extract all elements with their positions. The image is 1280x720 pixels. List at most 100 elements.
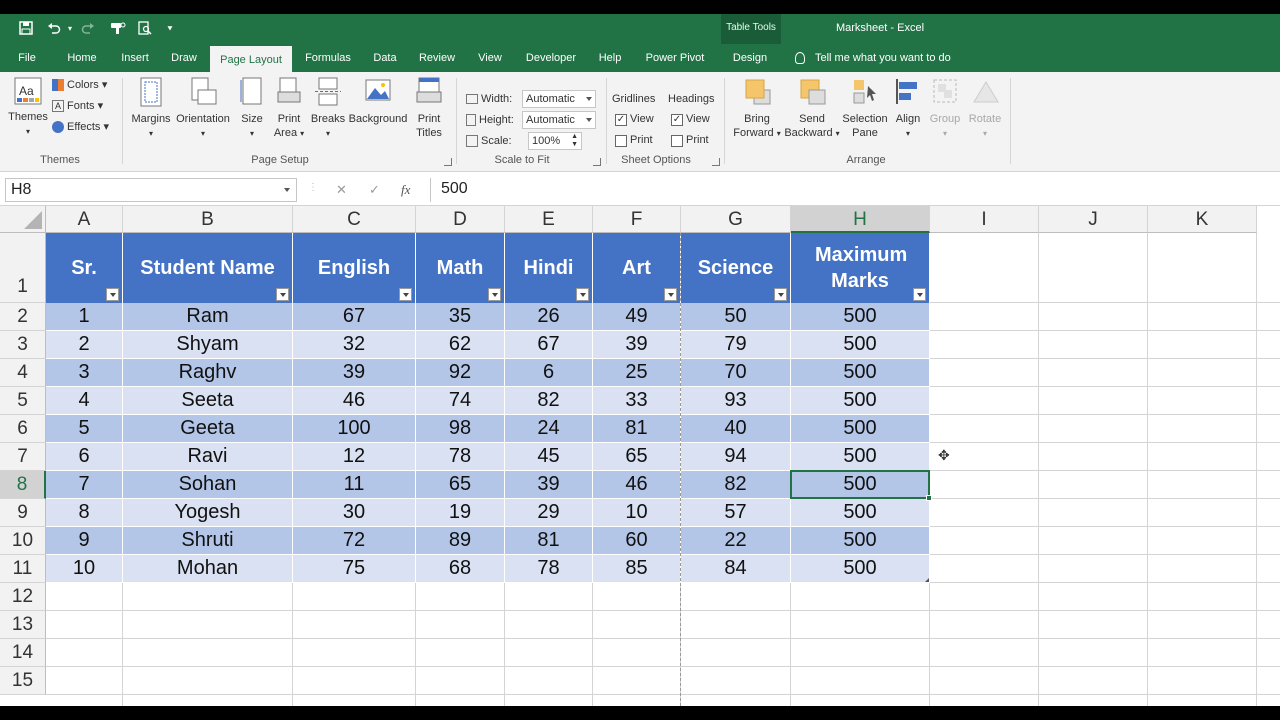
- row-header-6[interactable]: 6: [0, 415, 46, 443]
- column-header-j[interactable]: J: [1039, 206, 1148, 233]
- column-header-b[interactable]: B: [123, 206, 293, 233]
- tab-review[interactable]: Review: [412, 44, 462, 72]
- table-cell[interactable]: 6: [505, 359, 593, 387]
- table-cell[interactable]: 500: [791, 359, 930, 387]
- table-cell[interactable]: 70: [681, 359, 791, 387]
- selection-pane-button[interactable]: Selection Pane: [840, 76, 890, 140]
- column-header-k[interactable]: K: [1148, 206, 1257, 233]
- table-cell[interactable]: 32: [293, 331, 416, 359]
- table-cell[interactable]: 67: [293, 303, 416, 331]
- table-cell[interactable]: 57: [681, 499, 791, 527]
- redo-icon[interactable]: [78, 19, 98, 39]
- table-cell[interactable]: 6: [46, 443, 123, 471]
- table-cell[interactable]: 75: [293, 555, 416, 583]
- table-header-cell[interactable]: Math: [416, 233, 505, 303]
- table-cell[interactable]: 82: [505, 387, 593, 415]
- table-cell[interactable]: Shyam: [123, 331, 293, 359]
- table-cell[interactable]: 93: [681, 387, 791, 415]
- headings-view-checkbox[interactable]: ✓: [671, 114, 683, 126]
- table-cell[interactable]: 67: [505, 331, 593, 359]
- row-header-9[interactable]: 9: [0, 499, 46, 527]
- save-icon[interactable]: [16, 19, 36, 39]
- table-cell[interactable]: 5: [46, 415, 123, 443]
- table-cell[interactable]: 10: [593, 499, 681, 527]
- group-button[interactable]: Group ▾: [926, 76, 964, 141]
- filter-dropdown-icon[interactable]: [664, 288, 677, 301]
- column-header-c[interactable]: C: [293, 206, 416, 233]
- table-cell[interactable]: 500: [791, 555, 930, 583]
- table-cell[interactable]: Ravi: [123, 443, 293, 471]
- table-cell[interactable]: 65: [593, 443, 681, 471]
- tab-file[interactable]: File: [8, 44, 46, 72]
- tell-me-box[interactable]: Tell me what you want to do: [795, 44, 951, 72]
- headings-print-checkbox[interactable]: [671, 135, 683, 147]
- bring-forward-button[interactable]: Bring Forward ▾: [730, 76, 784, 141]
- filter-dropdown-icon[interactable]: [576, 288, 589, 301]
- table-cell[interactable]: Seeta: [123, 387, 293, 415]
- table-cell[interactable]: 40: [681, 415, 791, 443]
- row-header-8[interactable]: 8: [0, 471, 46, 499]
- table-cell[interactable]: 82: [681, 471, 791, 499]
- gridlines-print-checkbox[interactable]: [615, 135, 627, 147]
- tab-home[interactable]: Home: [58, 44, 106, 72]
- send-backward-button[interactable]: Send Backward ▾: [784, 76, 840, 141]
- table-cell[interactable]: 3: [46, 359, 123, 387]
- enter-icon[interactable]: ✓: [369, 182, 380, 198]
- filter-dropdown-icon[interactable]: [488, 288, 501, 301]
- height-select[interactable]: Automatic: [522, 111, 596, 129]
- table-cell[interactable]: 2: [46, 331, 123, 359]
- table-cell[interactable]: 49: [593, 303, 681, 331]
- worksheet-grid[interactable]: ABCDEFGHIJK 1 2 3 4 5 6 7 8 9 10 11 12 13 14 15 Sr. Stu…: [0, 206, 1280, 706]
- table-cell[interactable]: 10: [46, 555, 123, 583]
- table-cell[interactable]: 39: [293, 359, 416, 387]
- filter-dropdown-icon[interactable]: [913, 288, 926, 301]
- orientation-button[interactable]: Orientation ▾: [174, 76, 232, 141]
- filter-dropdown-icon[interactable]: [276, 288, 289, 301]
- table-cell[interactable]: 29: [505, 499, 593, 527]
- tab-developer[interactable]: Developer: [520, 44, 582, 72]
- row-header-14[interactable]: 14: [0, 639, 46, 667]
- table-cell[interactable]: 85: [593, 555, 681, 583]
- table-cell[interactable]: 78: [505, 555, 593, 583]
- table-header-cell[interactable]: Science: [681, 233, 791, 303]
- column-header-e[interactable]: E: [505, 206, 593, 233]
- table-cell[interactable]: 500: [791, 443, 930, 471]
- table-cell[interactable]: 500: [791, 331, 930, 359]
- margins-button[interactable]: Margins ▾: [130, 76, 172, 141]
- table-cell[interactable]: 12: [293, 443, 416, 471]
- table-cell[interactable]: 46: [293, 387, 416, 415]
- table-cell[interactable]: 500: [791, 387, 930, 415]
- table-cell[interactable]: 39: [505, 471, 593, 499]
- row-header-2[interactable]: 2: [0, 303, 46, 331]
- table-cell[interactable]: 84: [681, 555, 791, 583]
- gridlines-view-checkbox[interactable]: ✓: [615, 114, 627, 126]
- column-header-a[interactable]: A: [46, 206, 123, 233]
- effects-button[interactable]: Effects ▾: [52, 118, 109, 136]
- table-cell[interactable]: 81: [593, 415, 681, 443]
- tab-formulas[interactable]: Formulas: [298, 44, 358, 72]
- table-cell[interactable]: 24: [505, 415, 593, 443]
- table-cell[interactable]: 25: [593, 359, 681, 387]
- row-header-5[interactable]: 5: [0, 387, 46, 415]
- column-header-i[interactable]: I: [930, 206, 1039, 233]
- scale-to-fit-launcher-icon[interactable]: [593, 158, 601, 166]
- column-header-h[interactable]: H: [791, 206, 930, 233]
- table-cell[interactable]: 33: [593, 387, 681, 415]
- row-header-12[interactable]: 12: [0, 583, 46, 611]
- table-cell[interactable]: 22: [681, 527, 791, 555]
- page-setup-launcher-icon[interactable]: [444, 158, 452, 166]
- table-cell[interactable]: 89: [416, 527, 505, 555]
- format-painter-icon[interactable]: [108, 19, 128, 39]
- customize-qat-icon[interactable]: ⯆: [160, 19, 180, 39]
- table-cell[interactable]: 8: [46, 499, 123, 527]
- row-header-3[interactable]: 3: [0, 331, 46, 359]
- table-cell[interactable]: 26: [505, 303, 593, 331]
- table-cell[interactable]: 39: [593, 331, 681, 359]
- table-cell[interactable]: 500: [791, 415, 930, 443]
- table-cell[interactable]: 68: [416, 555, 505, 583]
- tab-design[interactable]: Design: [725, 44, 775, 72]
- print-preview-icon[interactable]: [135, 19, 155, 39]
- table-cell[interactable]: 45: [505, 443, 593, 471]
- table-resize-handle[interactable]: [925, 578, 929, 582]
- table-cell[interactable]: 4: [46, 387, 123, 415]
